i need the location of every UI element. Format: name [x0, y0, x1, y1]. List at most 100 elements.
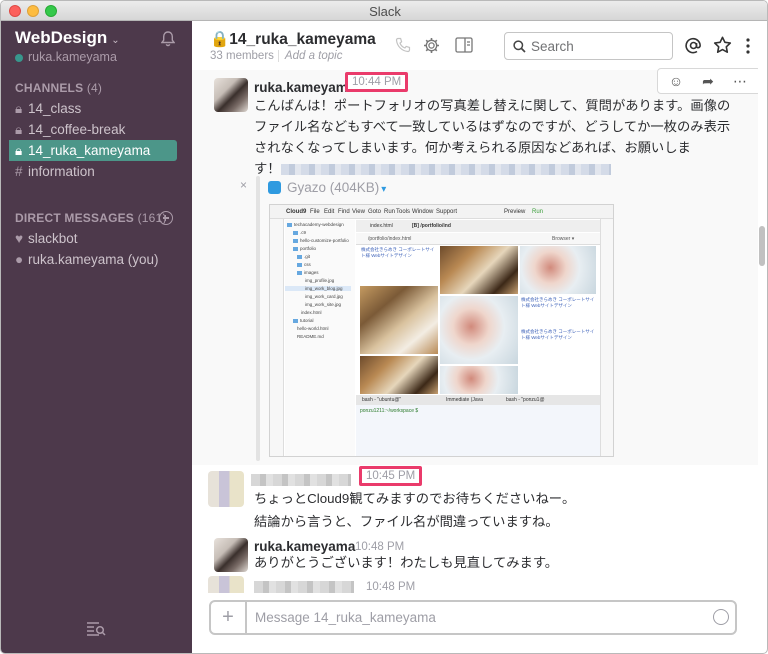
tree-item: .c9	[293, 230, 306, 235]
photo-thumbnail	[360, 286, 438, 354]
ide-preview: 株式会社きらめき コーポレートサイト様 Webサイトデザイン 株式会社きらめき …	[360, 246, 596, 394]
message-actions: ☺ ➦ ⋯	[657, 68, 758, 94]
channels-header[interactable]: CHANNELS (4)	[15, 81, 102, 95]
phone-icon[interactable]	[395, 37, 411, 53]
emoji-icon[interactable]	[713, 609, 729, 625]
bell-icon[interactable]	[161, 31, 175, 47]
channels-count: (4)	[86, 81, 103, 95]
message-pane: ruka.kameyama 10:44 PM ☺ ➦ ⋯ こんばんは！ポートフォ…	[192, 68, 758, 593]
dm-label: DIRECT MESSAGES	[15, 211, 135, 225]
tree-item: css	[297, 262, 311, 267]
gear-icon[interactable]	[423, 37, 440, 54]
mentions-icon[interactable]	[685, 37, 702, 54]
channel-subtitle: 33 members Add a topic	[210, 50, 343, 62]
attachment-title[interactable]: Gyazo (404KB) ▾	[268, 180, 386, 195]
direct-messages-header[interactable]: DIRECT MESSAGES (161)	[15, 211, 167, 225]
close-icon[interactable]: ×	[240, 178, 247, 192]
attachment-name: Gyazo (404KB)	[287, 180, 380, 195]
redacted-link[interactable]	[280, 163, 611, 175]
avatar[interactable]	[208, 576, 244, 593]
message-body: ちょっとCloud9観てみますのでお待ちくださいねー。	[254, 491, 576, 506]
search-placeholder: Search	[531, 39, 574, 54]
ide-address-bar: /portfolio/index.html Browser ▾	[356, 233, 600, 245]
timestamp-highlight: 10:44 PM	[345, 72, 409, 92]
more-actions-icon[interactable]: ⋯	[732, 73, 748, 89]
timestamp-highlight: 10:45 PM	[359, 466, 423, 486]
sidebar-item-14-class[interactable]: 🔒︎ 14_class	[9, 98, 177, 119]
ide-tabs: index.html [B] /portfolio/ind	[356, 220, 600, 232]
ide-menu-item: Window	[412, 209, 434, 215]
dm-name: slackbot	[28, 231, 78, 246]
tree-item: img_work_blog.jpg	[285, 286, 351, 291]
message-timestamp[interactable]: 10:48 PM	[366, 581, 415, 593]
attach-plus-button[interactable]: +	[211, 602, 247, 633]
tree-item: .git	[297, 254, 310, 259]
avatar[interactable]	[208, 471, 244, 507]
search-input[interactable]: Search	[504, 32, 673, 60]
channel-header: 🔒14_ruka_kameyama 33 members Add a topic …	[192, 21, 767, 103]
photo-thumbnail	[520, 246, 596, 294]
message-author[interactable]: ruka.kameyama	[254, 80, 355, 95]
lock-icon: 🔒︎	[15, 143, 23, 158]
message-timestamp[interactable]: 10:45 PM	[359, 466, 423, 486]
presence-icon: ●	[15, 252, 24, 267]
tree-item: images	[297, 270, 319, 275]
sidebar-item-14-coffee-break[interactable]: 🔒︎ 14_coffee-break	[9, 119, 177, 140]
star-icon[interactable]	[713, 36, 732, 54]
avatar[interactable]	[214, 538, 248, 572]
message-timestamp[interactable]: 10:44 PM	[345, 72, 409, 92]
redacted-author[interactable]	[254, 581, 354, 593]
ide-menu-item: Run	[532, 209, 544, 215]
broken-image-text: 株式会社きらめき コーポレートサイト様 Webサイトデザイン	[520, 296, 596, 326]
channel-title[interactable]: 🔒14_ruka_kameyama	[210, 30, 376, 49]
sidebar-item-ruka-kameyama-you[interactable]: ● ruka.kameyama (you)	[9, 249, 177, 270]
dm-name: ruka.kameyama (you)	[28, 252, 159, 267]
add-dm-icon[interactable]	[159, 211, 173, 225]
redacted-author[interactable]	[251, 474, 351, 486]
add-topic-link[interactable]: Add a topic	[277, 50, 343, 62]
photo-thumbnail	[440, 246, 518, 294]
details-pane-icon[interactable]	[455, 37, 473, 53]
tree-item: hello-customize-portfolio	[293, 238, 349, 243]
ide-menu-item: Cloud9	[286, 209, 307, 215]
avatar[interactable]	[214, 78, 248, 112]
member-count[interactable]: 33 members	[210, 50, 274, 62]
ide-address: /portfolio/index.html	[368, 236, 412, 242]
team-menu[interactable]: WebDesign ⌄	[15, 28, 120, 48]
tree-item: README.md	[297, 334, 324, 339]
ide-tab: index.html	[370, 223, 393, 229]
ide-tab: [B] /portfolio/ind	[412, 223, 451, 229]
ide-menu-item: Edit	[324, 209, 335, 215]
chevron-down-icon: ▾	[381, 184, 387, 195]
current-user-name: ruka.kameyama	[28, 50, 117, 64]
attachment-bar	[256, 176, 260, 461]
ide-console: bash - "ubuntu@" Immediate (Java bash - …	[356, 395, 600, 456]
current-user[interactable]: ruka.kameyama	[15, 50, 117, 64]
sidebar-item-slackbot[interactable]: ♥ slackbot	[9, 228, 177, 249]
sidebar-item-14-ruka-kameyama[interactable]: 🔒︎ 14_ruka_kameyama	[9, 140, 177, 161]
ide-menu-item: Goto	[368, 209, 382, 215]
more-menu-icon[interactable]	[745, 38, 751, 54]
ide-menubar: Cloud9 File Edit Find View Goto Run Tool…	[270, 205, 613, 219]
scrollbar[interactable]	[759, 226, 765, 266]
sidebar-item-information[interactable]: # information	[9, 161, 177, 182]
share-icon[interactable]: ➦	[700, 73, 716, 89]
tree-item: img_work_site.jpg	[305, 302, 342, 307]
ide-left-rail	[270, 219, 284, 456]
broken-image-text: 株式会社きらめき コーポレートサイト様 Webサイトデザイン	[360, 246, 438, 284]
ide-menu-item: File	[310, 209, 320, 215]
ide-menu-item: Preview	[504, 209, 526, 215]
channel-name: 14_class	[28, 101, 82, 116]
message-input[interactable]: Message 14_ruka_kameyama	[255, 610, 436, 625]
console-tab: bash - "ponzu1@	[506, 397, 545, 403]
tree-item: portfolio	[293, 246, 316, 251]
add-reaction-icon[interactable]: ☺	[668, 73, 684, 89]
broken-image-text: 株式会社きらめき コーポレートサイト様 Webサイトデザイン	[520, 328, 596, 358]
lock-icon: 🔒︎	[15, 101, 23, 116]
attached-screenshot[interactable]: Cloud9 File Edit Find View Goto Run Tool…	[269, 204, 614, 457]
message-body: こんばんは！ポートフォリオの写真差し替えに関して、質問があります。画像の ファイ…	[254, 95, 730, 179]
ide-menu-item: Find	[338, 209, 350, 215]
console-tab: bash - "ubuntu@"	[362, 397, 402, 403]
message-composer: + Message 14_ruka_kameyama	[209, 600, 737, 635]
quick-switcher-icon[interactable]	[86, 621, 106, 637]
